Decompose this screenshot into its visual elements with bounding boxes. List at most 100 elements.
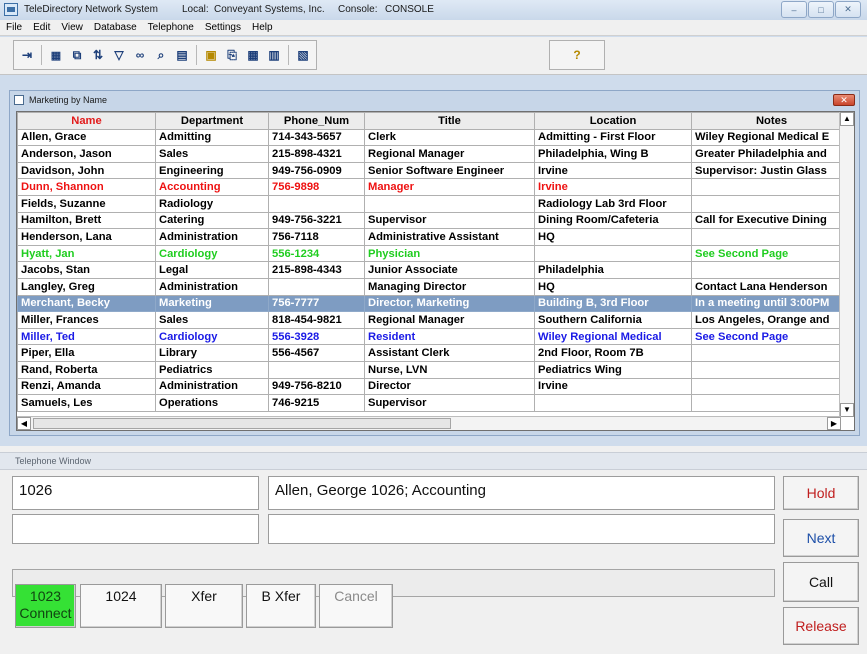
scroll-right-icon[interactable]: ▶: [827, 417, 841, 430]
cell-department[interactable]: Library: [155, 344, 269, 362]
cell-name[interactable]: Henderson, Lana: [17, 228, 156, 246]
cell-phone[interactable]: 215-898-4343: [268, 261, 365, 279]
cell-name[interactable]: Hyatt, Jan: [17, 244, 156, 263]
cell-department[interactable]: Accounting: [155, 178, 269, 196]
vertical-scrollbar[interactable]: ▲ ▼: [839, 112, 854, 417]
cell-department[interactable]: Administration: [155, 277, 269, 296]
cell-location[interactable]: Radiology Lab 3rd Floor: [534, 194, 692, 213]
cell-name[interactable]: Davidson, John: [17, 161, 156, 180]
cell-name[interactable]: Merchant, Becky: [17, 294, 156, 313]
sort-icon[interactable]: ⇅: [89, 45, 107, 65]
cell-title[interactable]: [364, 194, 535, 213]
cell-title[interactable]: Managing Director: [364, 277, 535, 296]
cell-notes[interactable]: Contact Lana Henderson: [691, 277, 852, 296]
cell-name[interactable]: Dunn, Shannon: [17, 178, 156, 196]
cell-name[interactable]: Jacobs, Stan: [17, 261, 156, 279]
table-row[interactable]: Henderson, Lana Administration 756-7118 Adm…: [17, 228, 852, 246]
cell-location[interactable]: 2nd Floor, Room 7B: [534, 344, 692, 362]
cell-notes[interactable]: Wiley Regional Medical E: [691, 128, 852, 147]
directory-close-button[interactable]: ✕: [833, 94, 855, 106]
horizontal-scrollbar[interactable]: ◀ ▶: [17, 416, 841, 430]
cell-title[interactable]: Director, Marketing: [364, 294, 535, 313]
cell-department[interactable]: Cardiology: [155, 244, 269, 263]
scroll-up-icon[interactable]: ▲: [840, 112, 854, 126]
table-row[interactable]: Dunn, Shannon Accounting 756-9898 Manager Ir…: [17, 178, 852, 196]
cell-phone[interactable]: 756-7777: [268, 294, 365, 313]
cell-notes[interactable]: Los Angeles, Orange and: [691, 311, 852, 329]
cell-phone[interactable]: 556-3928: [268, 327, 365, 346]
cell-phone[interactable]: [268, 194, 365, 213]
call-button[interactable]: Call: [783, 562, 859, 602]
xfer-button[interactable]: Xfer: [165, 584, 243, 628]
cell-name[interactable]: Renzi, Amanda: [17, 377, 156, 396]
binoculars-icon[interactable]: ∞: [131, 45, 149, 65]
table-row[interactable]: Renzi, Amanda Administration 949-756-8210 D…: [17, 377, 852, 396]
menu-database[interactable]: Database: [94, 22, 137, 33]
cell-name[interactable]: Hamilton, Brett: [17, 211, 156, 230]
cell-location[interactable]: Philadelphia: [534, 261, 692, 279]
scroll-left-icon[interactable]: ◀: [17, 417, 31, 430]
cell-name[interactable]: Miller, Frances: [17, 311, 156, 329]
cell-title[interactable]: Regional Manager: [364, 145, 535, 163]
cell-phone[interactable]: [268, 277, 365, 296]
menu-telephone[interactable]: Telephone: [148, 22, 194, 33]
cell-phone[interactable]: 949-756-0909: [268, 161, 365, 180]
line2-extension-field[interactable]: [12, 514, 259, 544]
cell-department[interactable]: Cardiology: [155, 327, 269, 346]
cell-title[interactable]: Director: [364, 377, 535, 396]
minimize-button[interactable]: –: [781, 1, 807, 18]
column-header-title[interactable]: Title: [364, 112, 535, 130]
cell-location[interactable]: Southern California: [534, 311, 692, 329]
cell-name[interactable]: Miller, Ted: [17, 327, 156, 346]
cell-title[interactable]: Nurse, LVN: [364, 360, 535, 379]
cell-notes[interactable]: See Second Page: [691, 327, 852, 346]
exit-icon[interactable]: ⇥: [18, 45, 36, 65]
cell-department[interactable]: Legal: [155, 261, 269, 279]
line2-info-field[interactable]: [268, 514, 775, 544]
cell-department[interactable]: Operations: [155, 394, 269, 412]
window-icon[interactable]: ⧉: [68, 45, 86, 65]
cell-title[interactable]: Junior Associate: [364, 261, 535, 279]
table-row[interactable]: Piper, Ella Library 556-4567 Assistant Cler…: [17, 344, 852, 362]
cell-title[interactable]: Manager: [364, 178, 535, 196]
cell-department[interactable]: Administration: [155, 228, 269, 246]
table-row[interactable]: Fields, Suzanne Radiology Radiology Lab 3r…: [17, 194, 852, 213]
cell-title[interactable]: Regional Manager: [364, 311, 535, 329]
cell-location[interactable]: [534, 394, 692, 412]
table-row[interactable]: Allen, Grace Admitting 714-343-5657 Clerk Ad…: [17, 128, 852, 147]
cell-department[interactable]: Pediatrics: [155, 360, 269, 379]
hold-button[interactable]: Hold: [783, 476, 859, 510]
cell-notes[interactable]: [691, 394, 852, 412]
cell-phone[interactable]: 714-343-5657: [268, 128, 365, 147]
cell-title[interactable]: Supervisor: [364, 211, 535, 230]
cell-location[interactable]: Wiley Regional Medical: [534, 327, 692, 346]
cell-title[interactable]: Clerk: [364, 128, 535, 147]
cell-notes[interactable]: [691, 228, 852, 246]
list-icon[interactable]: ▤: [173, 45, 191, 65]
table-row[interactable]: Miller, Ted Cardiology 556-3928 Resident Wil…: [17, 327, 852, 346]
table-row[interactable]: Miller, Frances Sales 818-454-9821 Regional…: [17, 311, 852, 329]
cell-notes[interactable]: [691, 178, 852, 196]
cell-title[interactable]: Resident: [364, 327, 535, 346]
cell-phone[interactable]: [268, 360, 365, 379]
column-header-location[interactable]: Location: [534, 112, 692, 130]
cell-title[interactable]: Administrative Assistant: [364, 228, 535, 246]
table-row[interactable]: Hamilton, Brett Catering 949-756-3221 Super…: [17, 211, 852, 230]
filter-icon[interactable]: ▽: [110, 45, 128, 65]
release-button[interactable]: Release: [783, 607, 859, 645]
cell-notes[interactable]: [691, 344, 852, 362]
table-row[interactable]: Samuels, Les Operations 746-9215 Supervisor: [17, 394, 852, 412]
caller-info-field[interactable]: Allen, George 1026; Accounting: [268, 476, 775, 510]
report-icon[interactable]: ▧: [294, 45, 312, 65]
cell-phone[interactable]: 215-898-4321: [268, 145, 365, 163]
next-button[interactable]: Next: [783, 519, 859, 557]
cell-notes[interactable]: See Second Page: [691, 244, 852, 263]
cell-name[interactable]: Fields, Suzanne: [17, 194, 156, 213]
cell-notes[interactable]: Supervisor: Justin Glass: [691, 161, 852, 180]
cell-department[interactable]: Catering: [155, 211, 269, 230]
cell-title[interactable]: Senior Software Engineer: [364, 161, 535, 180]
cell-notes[interactable]: Call for Executive Dining: [691, 211, 852, 230]
cell-department[interactable]: Engineering: [155, 161, 269, 180]
b-xfer-button[interactable]: B Xfer: [246, 584, 316, 628]
form-icon[interactable]: ▥: [265, 45, 283, 65]
